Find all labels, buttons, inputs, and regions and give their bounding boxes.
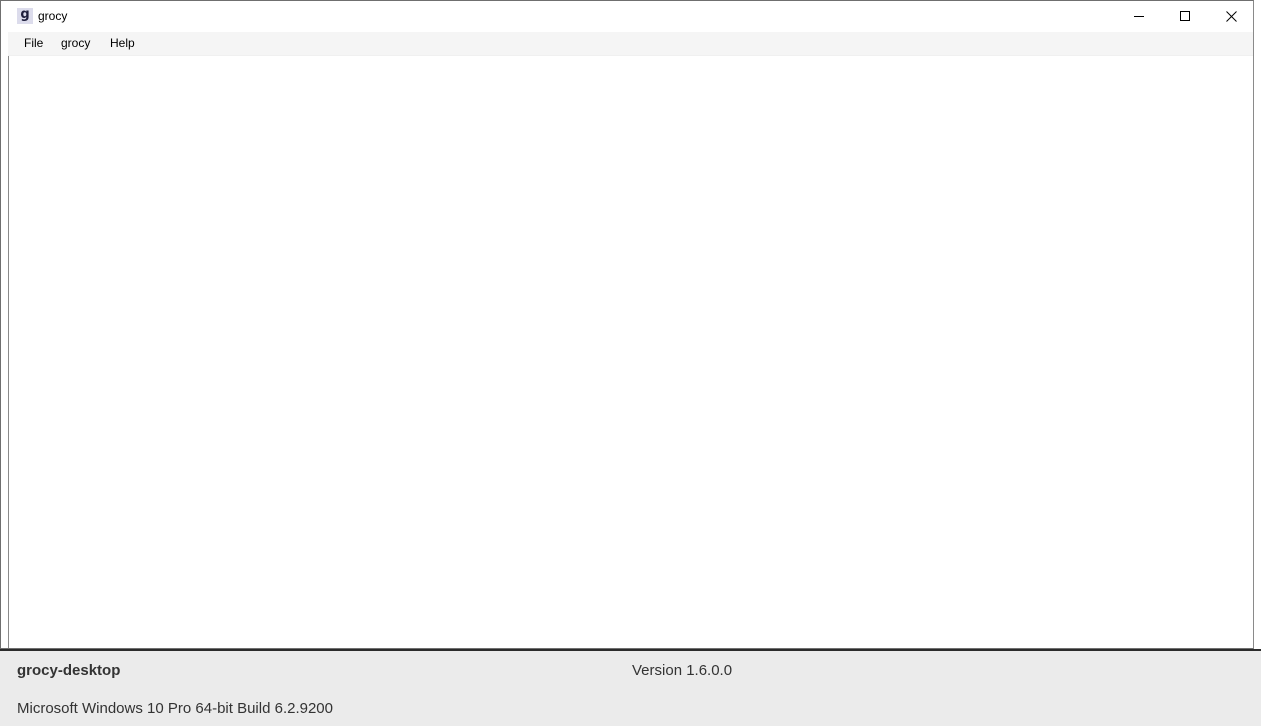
footer-os-info: Microsoft Windows 10 Pro 64-bit Build 6.… xyxy=(17,700,333,717)
title-bar[interactable]: g grocy xyxy=(1,1,1253,31)
app-window: g grocy File grocy Help xyxy=(0,0,1254,649)
close-button[interactable] xyxy=(1208,1,1253,31)
close-icon xyxy=(1225,10,1237,22)
minimize-button[interactable] xyxy=(1116,1,1162,31)
footer-version: Version 1.6.0.0 xyxy=(632,662,733,679)
menu-file[interactable]: File xyxy=(16,32,51,55)
menu-bar: File grocy Help xyxy=(8,32,1253,56)
minimize-icon xyxy=(1134,16,1144,17)
footer-app-name: grocy-desktop xyxy=(17,662,121,679)
desktop-background xyxy=(1254,0,1261,649)
main-content-area[interactable] xyxy=(8,56,1253,648)
menu-grocy[interactable]: grocy xyxy=(53,32,98,55)
app-icon[interactable]: g xyxy=(17,8,33,24)
status-footer: grocy-desktop Version 1.6.0.0 Microsoft … xyxy=(0,649,1261,726)
maximize-button[interactable] xyxy=(1162,1,1208,31)
menu-help[interactable]: Help xyxy=(102,32,143,55)
maximize-icon xyxy=(1180,11,1190,21)
window-title: grocy xyxy=(38,9,68,23)
